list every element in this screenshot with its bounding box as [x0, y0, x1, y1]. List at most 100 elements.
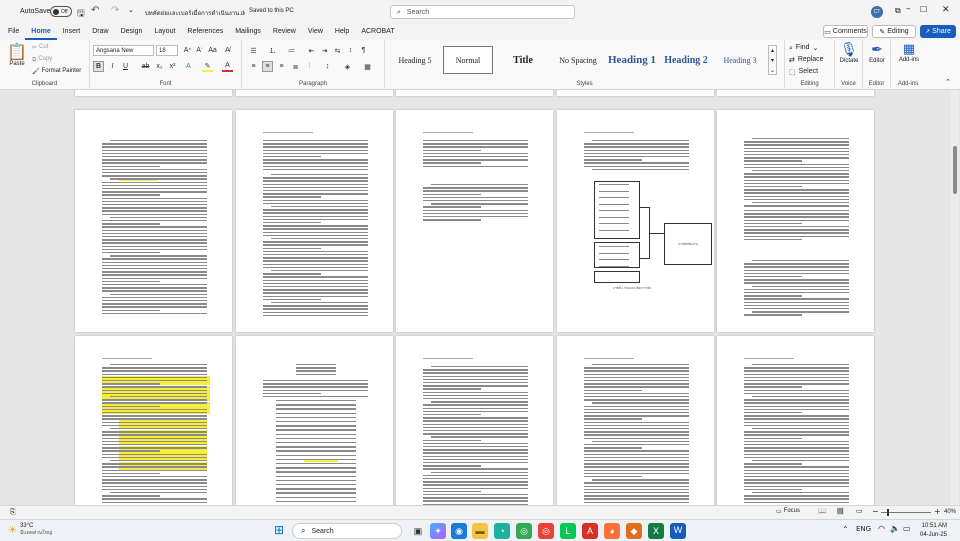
save-status[interactable]: Saved to this PC [249, 8, 294, 14]
editing-mode-button[interactable]: ✎ Editing [872, 25, 916, 38]
start-icon[interactable]: ⊞ [274, 523, 284, 537]
wifi-icon[interactable]: ◠ [878, 524, 885, 533]
editor-button[interactable]: ✒ Editor [865, 42, 889, 64]
zoom-slider-thumb[interactable] [887, 509, 889, 516]
battery-icon[interactable]: ▭ [903, 524, 911, 533]
page-partial-3[interactable] [396, 90, 553, 96]
tab-help[interactable]: Help [329, 24, 355, 40]
chrome-icon[interactable]: ◎ [516, 523, 532, 539]
copy-button[interactable]: ⧉ Copy [32, 56, 52, 64]
focus-button[interactable]: ▭ Focus [776, 508, 800, 515]
font-color-icon[interactable]: A [222, 61, 233, 72]
tray-chevron-icon[interactable]: ⌃ [842, 525, 849, 534]
redo-icon[interactable]: ↷ [111, 5, 119, 16]
page-row1-1[interactable] [75, 110, 232, 332]
paste-button[interactable]: 📋 Paste [6, 42, 28, 76]
style-title[interactable]: Title [498, 46, 548, 74]
page-row1-4[interactable]: การดำเนินงาน ภาพที่ 1 กรอบแนวคิดการวิจัย [557, 110, 714, 332]
increase-indent-icon[interactable]: ⇥ [319, 45, 330, 56]
replace-button[interactable]: ⇄ Replace [789, 56, 824, 64]
customize-qat-icon[interactable]: ⌄ [128, 6, 134, 14]
accessibility-icon[interactable]: ⎘ [10, 508, 16, 517]
browser-edge-icon[interactable]: ◔ [494, 523, 510, 539]
tab-draw[interactable]: Draw [86, 24, 114, 40]
photos-icon[interactable]: ◉ [451, 523, 467, 539]
tab-mailings[interactable]: Mailings [229, 24, 267, 40]
page-row1-2[interactable] [236, 110, 393, 332]
page-row1-5[interactable] [717, 110, 874, 332]
align-center-icon[interactable]: ≡ [262, 61, 273, 72]
show-marks-icon[interactable]: ¶ [358, 45, 369, 56]
page-row2-3[interactable] [396, 336, 553, 505]
change-case-icon[interactable]: Aa [207, 45, 218, 56]
maximize-icon[interactable]: ☐ [920, 5, 927, 14]
document-area[interactable]: การดำเนินงาน ภาพที่ 1 กรอบแนวคิดการวิจัย [0, 90, 960, 505]
page-row1-3[interactable] [396, 110, 553, 332]
sort-icon[interactable]: ↕ [345, 45, 356, 56]
highlight-color-icon[interactable]: ✎ [202, 61, 213, 72]
shrink-font-icon[interactable]: Aˇ [194, 45, 205, 56]
print-layout-icon[interactable]: ▤ [837, 507, 844, 515]
find-button[interactable]: ⌕ Find ⌄ [789, 44, 818, 53]
dictate-button[interactable]: 🎙 Dictate [837, 42, 861, 64]
align-left-icon[interactable]: ≡ [248, 61, 259, 72]
page-row2-1[interactable] [75, 336, 232, 505]
word-icon[interactable]: W [670, 523, 686, 539]
style-heading-5[interactable]: Heading 5 [390, 46, 440, 74]
decrease-indent-icon[interactable]: ⇤ [306, 45, 317, 56]
numbering-icon[interactable]: ⒈ [267, 45, 278, 56]
style-heading-3[interactable]: Heading 3 [715, 46, 765, 74]
styles-gallery-more[interactable]: ▴ ▾ ⌄ [768, 45, 777, 75]
cut-button[interactable]: ✂ Cut [32, 44, 48, 51]
thai-distribute-icon[interactable]: ⫶ [304, 61, 315, 72]
tab-review[interactable]: Review [267, 24, 302, 40]
tab-design[interactable]: Design [115, 24, 149, 40]
style-no-spacing[interactable]: No Spacing [553, 46, 603, 74]
page-partial-1[interactable] [75, 90, 232, 96]
page-row2-5[interactable] [717, 336, 874, 505]
shading-icon[interactable]: ◈ [342, 61, 353, 72]
copilot-icon[interactable]: ✦ [430, 523, 446, 539]
strikethrough-icon[interactable]: ab [140, 61, 151, 72]
page-partial-2[interactable] [236, 90, 393, 96]
weather-widget[interactable]: ☀ 33°C มีแดดส่วนใหญ่ [8, 523, 52, 537]
style-heading-2[interactable]: Heading 2 [661, 46, 711, 74]
subscript-icon[interactable]: x₂ [154, 61, 165, 72]
search-box[interactable]: ⌕ Search [390, 5, 575, 19]
comments-button[interactable]: ▭ Comments [823, 25, 868, 38]
page-partial-5[interactable] [717, 90, 874, 96]
user-avatar[interactable]: CT [871, 6, 883, 18]
superscript-icon[interactable]: x² [167, 61, 178, 72]
undo-icon[interactable]: ↶ [91, 5, 99, 16]
taskbar-search[interactable]: ⌕ Search [292, 523, 402, 539]
collapse-ribbon-icon[interactable]: ⌃ [945, 78, 951, 86]
style-heading-1[interactable]: Heading 1 [607, 46, 657, 74]
italic-icon[interactable]: I [107, 61, 118, 72]
page-row2-4[interactable] [557, 336, 714, 505]
addins-button[interactable]: ▦ Add-ins [895, 42, 923, 63]
minimize-icon[interactable]: – [906, 4, 911, 14]
close-icon[interactable]: ✕ [942, 5, 950, 15]
select-button[interactable]: ⬚ Select [789, 68, 818, 76]
grow-font-icon[interactable]: A ^ [182, 45, 193, 56]
bullets-icon[interactable]: ☰ [248, 45, 259, 56]
zoom-level[interactable]: 40% [944, 509, 956, 515]
multilevel-list-icon[interactable]: ≔ [286, 45, 297, 56]
format-painter-button[interactable]: 🖌 Format Painter [32, 68, 81, 75]
align-right-icon[interactable]: ≡ [276, 61, 287, 72]
zoom-out-icon[interactable]: − [872, 507, 879, 516]
volume-icon[interactable]: 🔈 [890, 524, 900, 533]
app-orange-icon[interactable]: ◆ [626, 523, 642, 539]
line-spacing-icon[interactable]: ↨ [322, 61, 333, 72]
read-mode-icon[interactable]: 📖 [818, 507, 827, 515]
tab-layout[interactable]: Layout [148, 24, 181, 40]
file-explorer-icon[interactable]: ▬ [472, 523, 488, 539]
save-icon[interactable]: 🖫 [77, 6, 85, 22]
chrome-profile-icon[interactable]: ◎ [538, 523, 554, 539]
text-direction-icon[interactable]: ⇆ [332, 45, 343, 56]
document-title[interactable]: บทคัดย่อเเละเบอร์เมื่อการดำเนินงาน.docx [145, 8, 245, 18]
line-icon[interactable]: L [560, 523, 576, 539]
ribbon-display-icon[interactable]: ⧉ [895, 6, 901, 16]
scrollbar-thumb[interactable] [953, 146, 957, 194]
vertical-scrollbar[interactable] [951, 90, 959, 505]
